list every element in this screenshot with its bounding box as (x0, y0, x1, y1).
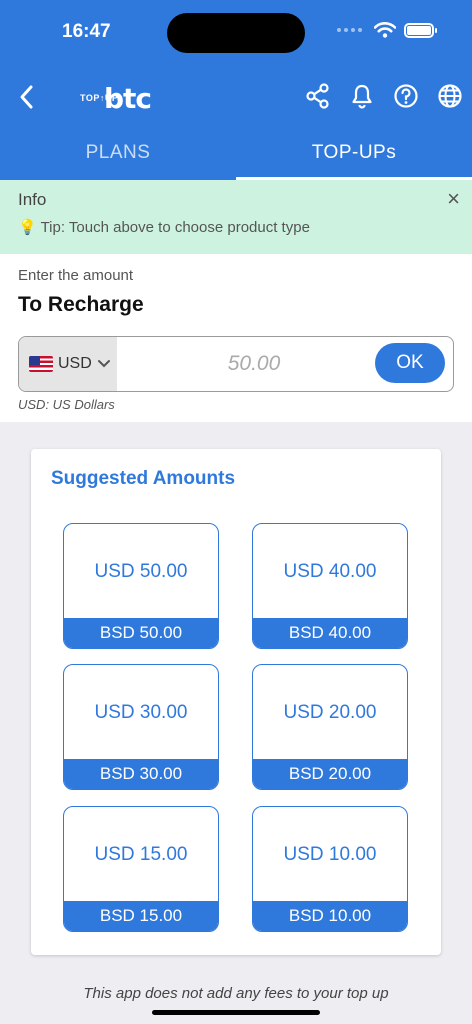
help-icon[interactable] (392, 82, 420, 110)
currency-code: USD (58, 355, 92, 372)
logo-text: btc (104, 81, 152, 115)
local-amount-value: BSD 15.00 (64, 901, 218, 931)
amount-input[interactable] (129, 347, 379, 381)
amount-option[interactable]: USD 15.00 BSD 15.00 (63, 806, 219, 932)
amount-value: USD 15.00 (94, 844, 188, 865)
close-icon[interactable]: × (447, 188, 460, 210)
amount-value: USD 10.00 (283, 844, 377, 865)
local-amount-value: BSD 20.00 (253, 759, 407, 789)
amount-option[interactable]: USD 40.00 BSD 40.00 (252, 523, 408, 649)
amount-value: USD 20.00 (283, 702, 377, 723)
local-amount-value: BSD 50.00 (64, 618, 218, 648)
amount-option[interactable]: USD 20.00 BSD 20.00 (252, 664, 408, 790)
local-amount-value: BSD 10.00 (253, 901, 407, 931)
tab-plans[interactable]: PLANS (0, 134, 236, 180)
us-flag-icon (29, 356, 53, 372)
back-icon[interactable] (14, 80, 42, 114)
no-fees-note: This app does not add any fees to your t… (83, 985, 389, 1002)
amount-option[interactable]: USD 30.00 BSD 30.00 (63, 664, 219, 790)
share-icon[interactable] (304, 82, 332, 110)
local-amount-value: BSD 30.00 (64, 759, 218, 789)
product-type-tabs: PLANS TOP-UPs (0, 134, 472, 180)
suggested-amounts-card: Suggested Amounts USD 50.00 BSD 50.00 US… (31, 449, 441, 955)
signal-icon (337, 28, 362, 32)
amount-option[interactable]: USD 50.00 BSD 50.00 (63, 523, 219, 649)
amount-field-group: USD OK (18, 336, 454, 392)
wifi-icon (374, 22, 396, 38)
local-amount-value: BSD 40.00 (253, 618, 407, 648)
info-title: Info (18, 190, 47, 209)
brand-logo: TOP↑UP btc (80, 81, 152, 115)
dynamic-island (167, 13, 305, 53)
tab-top-ups[interactable]: TOP-UPs (236, 134, 472, 180)
info-tip: 💡 Tip: Touch above to choose product typ… (18, 219, 310, 236)
amount-option[interactable]: USD 10.00 BSD 10.00 (252, 806, 408, 932)
currency-select[interactable]: USD (19, 337, 117, 391)
battery-icon (404, 22, 437, 38)
amount-value: USD 40.00 (283, 561, 377, 582)
amount-value: USD 30.00 (94, 702, 188, 723)
status-time: 16:47 (62, 21, 111, 42)
suggested-amounts-title: Suggested Amounts (51, 468, 236, 489)
currency-note: USD: US Dollars (18, 397, 115, 412)
app-header: 16:47 TOP↑UP btc PLANS TOP-UPs (0, 0, 472, 180)
ok-button[interactable]: OK (375, 343, 445, 383)
globe-icon[interactable] (436, 82, 464, 110)
bell-icon[interactable] (348, 82, 376, 110)
status-icons (337, 22, 437, 38)
chevron-down-icon (97, 360, 110, 368)
home-indicator (152, 1010, 320, 1015)
amount-entry-section: Enter the amount To Recharge USD OK USD:… (0, 254, 472, 422)
logo-small-text: TOP↑UP (80, 92, 119, 103)
info-banner: Info 💡 Tip: Touch above to choose produc… (0, 180, 472, 254)
amount-value: USD 50.00 (94, 561, 188, 582)
recharge-heading: To Recharge (18, 293, 144, 316)
amount-label: Enter the amount (18, 267, 134, 284)
